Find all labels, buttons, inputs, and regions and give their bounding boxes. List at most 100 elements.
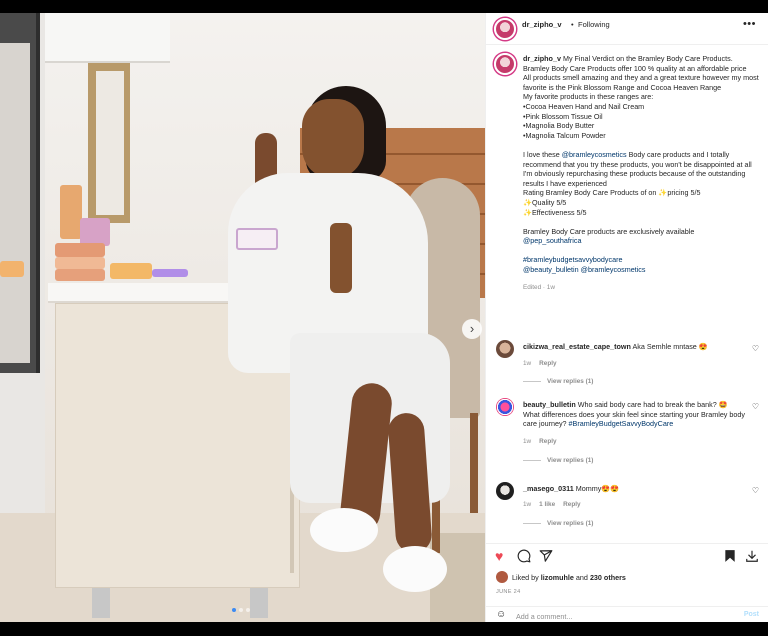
post-photo[interactable]: › [0,13,485,622]
caption-line: •Cocoa Heaven Hand and Nail Cream [523,101,645,111]
comment-meta: 1w Reply [523,360,557,367]
fluffy-slipper [310,508,378,552]
author-username[interactable]: dr_zipho_v [522,20,562,29]
post-comment-button[interactable]: Post [744,611,759,618]
heart-outline-icon[interactable]: ♡ [752,344,759,353]
next-photo-button[interactable]: › [462,319,482,339]
carousel-dots [232,608,250,612]
mention-link[interactable]: @pep_southafrica [523,236,759,246]
chair-leg [470,413,478,513]
carousel-dot-active [232,608,236,612]
comment-age: 1w [523,438,532,445]
comment-username[interactable]: _masego_0311 [523,484,574,493]
comment-input[interactable] [516,610,726,622]
caption-text-span: I love these [523,149,562,159]
post-date: JUNE 24 [496,589,521,595]
caption-line: Bramley Body Care products are exclusive… [523,226,695,236]
heart-filled-icon[interactable]: ♥ [495,549,503,563]
product-jar [55,269,105,281]
product-lid [152,269,188,277]
heart-outline-icon[interactable]: ♡ [752,486,759,495]
bottom-black-bar [0,622,768,636]
comment-text: cikizwa_real_estate_cape_town Aka Semhle… [523,342,745,352]
edited-label: Edited · 1w [523,283,555,291]
likes-middle: and [573,573,590,582]
product-jar [0,261,24,277]
view-replies-label: View replies (1) [547,378,594,385]
view-replies-button[interactable]: View replies (1) [523,457,593,464]
caption-line: My favorite products in these ranges are… [523,92,654,102]
likes-summary: Liked by lizomuhle and 230 others [486,571,768,585]
carousel-dot [239,608,243,612]
caption-avatar[interactable] [494,53,516,75]
caption-line: •Magnolia Body Butter [523,121,595,131]
comment-username[interactable]: cikizwa_real_estate_cape_town [523,342,631,351]
caption-line: •Magnolia Talcum Powder [523,130,606,140]
caption-line: All products smell amazing and they and … [523,73,759,92]
comment-body: Mommy😍😍 [573,484,620,493]
header-separator: • [571,20,574,29]
bookmark-icon[interactable] [724,549,736,565]
mention-link[interactable]: @bramleycosmetics [581,265,646,274]
add-comment-row: ☺ Post [486,606,768,622]
caption-section: dr_zipho_v My Final Verdict on the Braml… [486,46,768,336]
product-jar [110,263,152,279]
desk-leg [250,588,268,618]
comment-username[interactable]: beauty_bulletin [523,400,576,409]
post-side-panel: dr_zipho_v • Following ••• dr_zipho_v My… [485,13,768,622]
face [302,99,364,179]
view-replies-label: View replies (1) [547,457,594,464]
emoji-icon[interactable]: ☺ [496,610,506,620]
caption-line: My Final Verdict on the Bramley Body Car… [562,54,733,63]
following-button[interactable]: Following [578,20,610,29]
heart-outline-icon[interactable]: ♡ [752,402,759,411]
comment-meta: 1w Reply [523,438,557,445]
likes-text[interactable]: Liked by lizomuhle and 230 others [512,573,626,582]
caption-line: ✨Effectiveness 5/5 [523,207,587,217]
caption-line: Bramley Body Care Products offer 100 % q… [523,63,747,73]
download-icon[interactable] [745,549,759,565]
post-header: dr_zipho_v • Following ••• [486,13,768,45]
product-jar [55,243,105,257]
author-avatar[interactable] [494,18,516,40]
liker-username[interactable]: lizomuhle [541,573,574,582]
neckline [330,223,352,293]
caption-username[interactable]: dr_zipho_v [523,54,561,63]
comment-meta: 1w 1 like Reply [523,501,581,508]
share-icon[interactable] [539,549,553,565]
product-jar [55,257,105,269]
comment-age: 1w [523,501,532,508]
comment-item: _masego_0311 Mommy😍😍 ♡ 1w 1 like Reply Vie… [486,482,768,538]
caption-line: ✨Quality 5/5 [523,197,567,207]
hashtag-link[interactable]: #BramleyBudgetSavvyBodyCare [569,419,674,428]
likes-prefix: Liked by [512,573,541,582]
mirror-glass-2 [96,71,124,215]
view-replies-button[interactable]: View replies (1) [523,520,593,527]
mirror-glass [0,43,30,363]
view-replies-button[interactable]: View replies (1) [523,378,593,385]
reply-button[interactable]: Reply [539,360,556,367]
desk-leg [92,588,110,618]
wall-shelf [45,13,170,63]
product-bottle [60,185,82,239]
reply-button[interactable]: Reply [563,501,580,508]
action-bar: ♥ [486,543,768,567]
commenter-avatar[interactable] [496,340,514,358]
commenter-avatar[interactable] [496,482,514,500]
likes-others[interactable]: 230 others [590,573,626,582]
fluffy-slipper [383,546,447,592]
mention-link[interactable]: @bramleycosmetics [562,150,627,159]
caption-line: Rating Bramley Body Care Products of on … [523,188,701,198]
reply-button[interactable]: Reply [539,438,556,445]
ellipsis-icon[interactable]: ••• [743,18,756,30]
comment-body: Aka Semhle mntase 😍 [630,342,708,351]
liker-avatar[interactable] [496,571,508,583]
view-replies-label: View replies (1) [547,520,594,527]
cream-jar [236,228,278,250]
commenter-avatar[interactable] [496,398,514,416]
comment-icon[interactable] [517,549,531,565]
hashtag-link[interactable]: #bramleybudgetsavvybodycare [523,255,759,265]
top-black-bar [0,0,768,13]
comment-likes[interactable]: 1 like [539,501,555,508]
mention-link[interactable]: @beauty_bulletin [523,265,579,274]
